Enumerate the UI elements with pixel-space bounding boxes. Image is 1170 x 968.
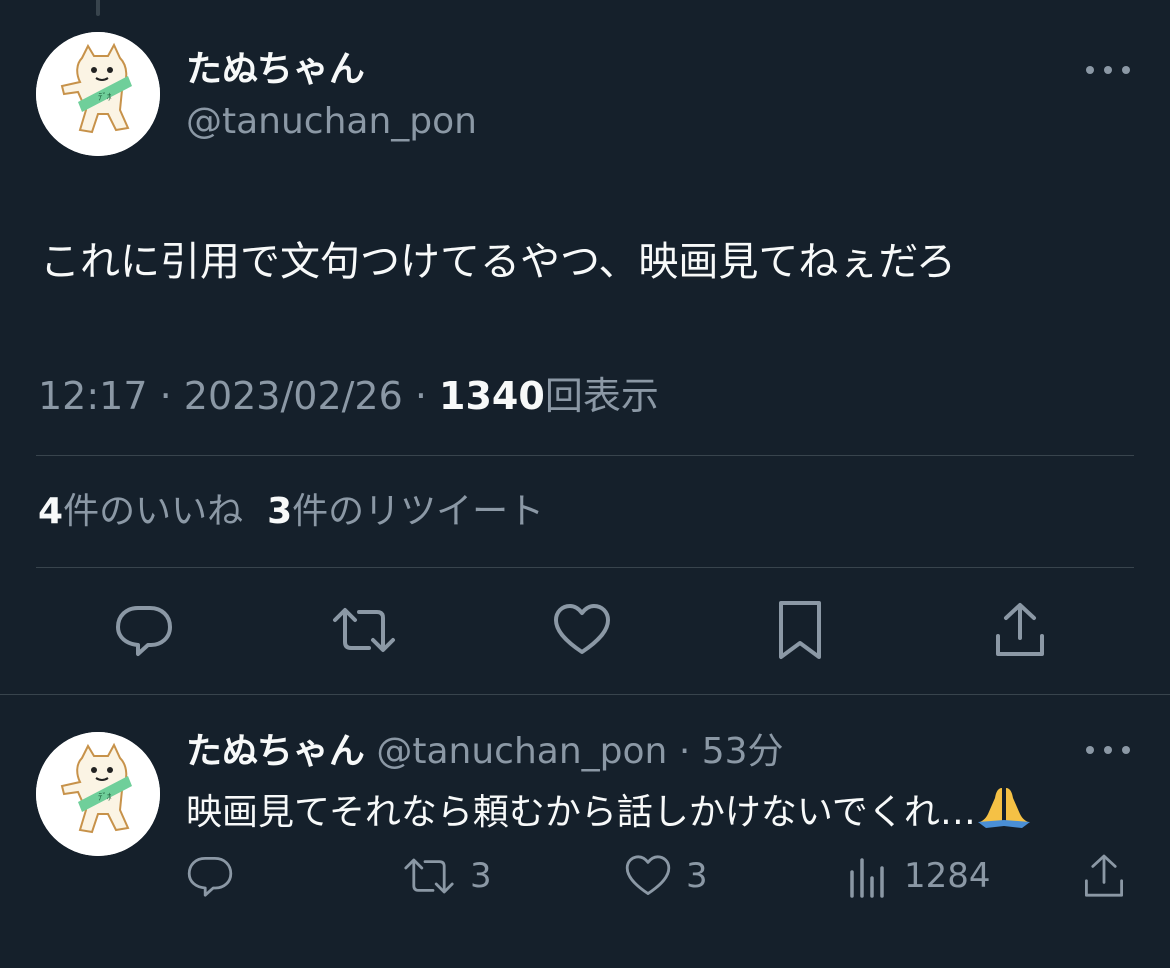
bookmark-button[interactable] — [770, 598, 830, 662]
reply-avatar[interactable]: ﾃﾞﾎ — [36, 732, 160, 856]
engagement-stats: 4件のいいね 3件のリツイート — [38, 490, 544, 533]
reply-icon — [187, 857, 233, 897]
heart-icon — [625, 855, 671, 895]
like-button[interactable] — [550, 598, 614, 662]
folded-hands-emoji — [976, 784, 1032, 838]
heart-icon — [554, 604, 610, 654]
share-icon — [996, 603, 1044, 656]
meta-separator: · — [402, 374, 440, 418]
divider — [36, 455, 1134, 456]
retweet-icon — [333, 608, 395, 652]
divider — [0, 694, 1170, 695]
reply-header: たぬちゃん @tanuchan_pon · 53分 — [186, 730, 784, 773]
tweet-date[interactable]: 2023/02/26 — [184, 374, 403, 418]
divider — [36, 567, 1134, 568]
display-name[interactable]: たぬちゃん — [186, 52, 365, 88]
svg-text:ﾃﾞﾎ: ﾃﾞﾎ — [98, 92, 112, 103]
share-button[interactable] — [988, 598, 1052, 662]
svg-text:ﾃﾞﾎ: ﾃﾞﾎ — [98, 792, 112, 803]
bookmark-icon — [779, 601, 821, 659]
views-count: 1340 — [439, 374, 545, 418]
reply-age[interactable]: 53分 — [702, 731, 784, 772]
reply-handle[interactable]: @tanuchan_pon — [376, 731, 667, 772]
reply-text: 映画見てそれなら頼むから話しかけないでくれ… — [186, 792, 976, 833]
analytics-icon — [850, 858, 884, 898]
retweet-button[interactable] — [330, 598, 398, 662]
avatar-image: ﾃﾞﾎ — [36, 732, 160, 856]
thread-connector-line — [96, 0, 100, 16]
likes-label: 件のいいね — [63, 491, 244, 532]
share-icon — [1085, 854, 1123, 897]
tweet-meta: 12:17 · 2023/02/26 · 1340回表示 — [38, 374, 659, 420]
reply-text-row: 映画見てそれなら頼むから話しかけないでくれ… — [186, 784, 1032, 838]
avatar-image: ﾃﾞﾎ — [36, 32, 160, 156]
user-handle[interactable]: @tanuchan_pon — [186, 104, 477, 140]
reply-retweet-count: 3 — [470, 856, 492, 896]
tweet-text: これに引用で文句つけてるやつ、映画見てねぇだろ — [40, 239, 956, 285]
more-icon — [1122, 746, 1130, 754]
reply-views-button[interactable]: 1284 — [846, 852, 991, 900]
retweets-label: 件のリツイート — [292, 491, 545, 532]
more-icon — [1086, 66, 1094, 74]
retweet-icon — [404, 858, 454, 894]
reply-views-count: 1284 — [904, 856, 991, 896]
reply-reply-button[interactable] — [186, 852, 234, 900]
retweets-count: 3 — [267, 491, 293, 532]
more-icon — [1122, 66, 1130, 74]
meta-separator: · — [147, 374, 184, 418]
reply-more-options-button[interactable] — [1086, 740, 1130, 760]
tweet-time[interactable]: 12:17 — [38, 374, 148, 418]
reply-like-button[interactable]: 3 — [624, 852, 708, 900]
more-icon — [1104, 746, 1112, 754]
more-options-button[interactable] — [1086, 60, 1130, 80]
avatar[interactable]: ﾃﾞﾎ — [36, 32, 160, 156]
views-label: 回表示 — [544, 374, 659, 418]
likes-count: 4 — [38, 491, 64, 532]
likes-stat[interactable]: 4件のいいね — [38, 491, 243, 532]
reply-button[interactable] — [112, 598, 176, 662]
reply-icon — [116, 606, 172, 656]
more-icon — [1104, 66, 1112, 74]
reply-display-name[interactable]: たぬちゃん — [186, 731, 365, 772]
reply-share-button[interactable] — [1080, 852, 1128, 900]
retweets-stat[interactable]: 3件のリツイート — [267, 491, 544, 532]
more-icon — [1086, 746, 1094, 754]
reply-separator: · — [678, 731, 691, 772]
reply-retweet-button[interactable]: 3 — [402, 852, 492, 900]
reply-like-count: 3 — [686, 856, 708, 896]
